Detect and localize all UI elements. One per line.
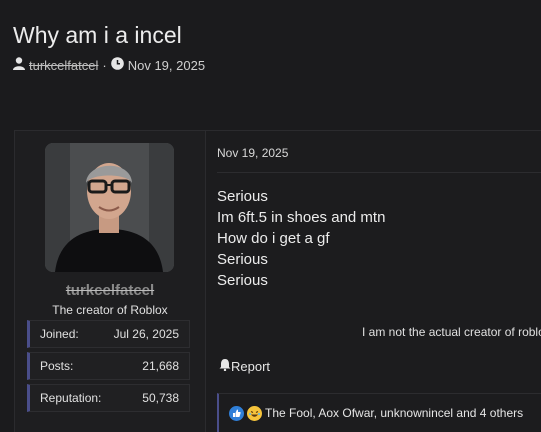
body-line: How do i get a gf xyxy=(217,230,330,247)
post-body: Serious Im 6ft.5 in shoes and mtn How do… xyxy=(217,186,385,291)
thread-page: Why am i a incel turkcelfatcel · Nov 19,… xyxy=(0,0,541,432)
post-user-cell: turkcelfatcel The creator of Roblox Join… xyxy=(15,131,206,432)
clock-icon xyxy=(110,57,124,73)
stat-label: Reputation: xyxy=(40,391,102,405)
avatar[interactable] xyxy=(45,143,174,272)
body-line: Serious xyxy=(217,251,268,268)
post: turkcelfatcel The creator of Roblox Join… xyxy=(14,130,541,432)
user-title: The creator of Roblox xyxy=(52,303,168,317)
body-line: Serious xyxy=(217,188,268,205)
post-username[interactable]: turkcelfatcel xyxy=(15,282,205,299)
thread-author-link[interactable]: turkcelfatcel xyxy=(29,58,98,73)
haha-reaction-icon xyxy=(247,405,262,421)
divider xyxy=(217,172,541,173)
stat-joined: Joined: Jul 26, 2025 xyxy=(27,320,190,348)
thread-title: Why am i a incel xyxy=(13,22,182,48)
stat-reputation: Reputation: 50,738 xyxy=(27,384,190,412)
post-message-cell: Nov 19, 2025 Serious Im 6ft.5 in shoes a… xyxy=(206,131,541,432)
stat-posts: Posts: 21,668 xyxy=(27,352,190,380)
stat-value: 50,738 xyxy=(142,391,179,405)
body-line: Im 6ft.5 in shoes and mtn xyxy=(217,209,386,226)
stat-value: Jul 26, 2025 xyxy=(113,327,179,341)
user-icon xyxy=(13,57,25,73)
stat-value: 21,668 xyxy=(142,359,179,373)
thread-meta: turkcelfatcel · Nov 19, 2025 xyxy=(13,57,205,73)
user-signature: I am not the actual creator of roblo xyxy=(362,325,541,339)
report-label: Report xyxy=(231,358,271,374)
body-line: Serious xyxy=(217,272,268,289)
post-date-link[interactable]: Nov 19, 2025 xyxy=(217,146,288,160)
stat-label: Joined: xyxy=(40,327,79,341)
bell-icon xyxy=(219,358,231,374)
thread-date-link[interactable]: Nov 19, 2025 xyxy=(128,58,205,73)
like-reaction-icon xyxy=(229,405,244,421)
reactions-bar[interactable]: The Fool, Aox Ofwar, unknownincel and 4 … xyxy=(217,393,541,432)
report-button[interactable]: Report xyxy=(219,358,270,374)
reactions-text: The Fool, Aox Ofwar, unknownincel and 4 … xyxy=(265,406,524,420)
stat-label: Posts: xyxy=(40,359,74,373)
meta-separator: · xyxy=(102,57,107,73)
